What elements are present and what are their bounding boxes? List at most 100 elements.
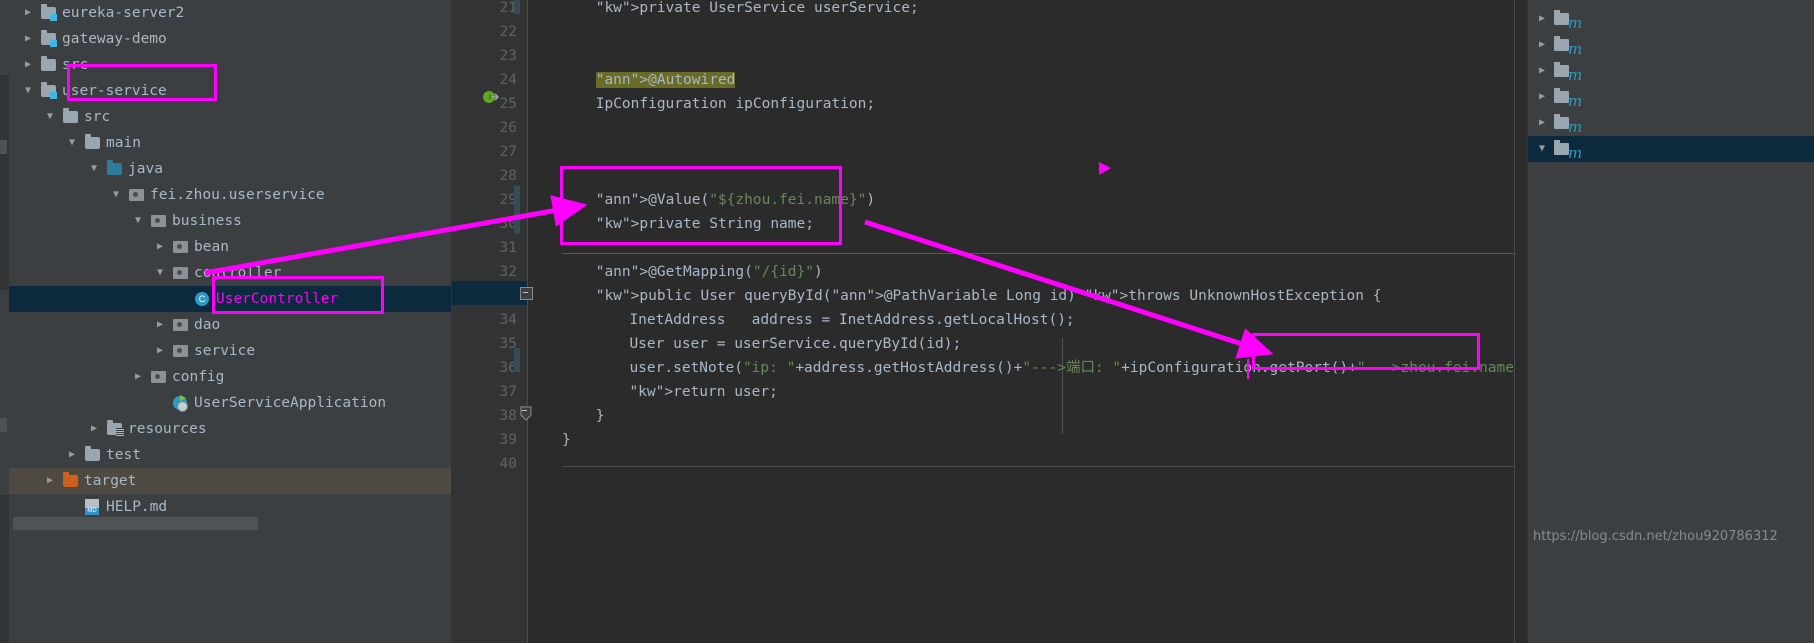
vcs-change-marker-a[interactable]: [514, 186, 520, 234]
chevron-right-icon[interactable]: ▶: [132, 364, 144, 390]
code-line[interactable]: "ann">@GetMapping("/{id}"): [596, 260, 823, 284]
chevron-right-icon[interactable]: ▶: [1536, 84, 1548, 110]
project-tree-item[interactable]: ▼ src: [0, 104, 451, 130]
chevron-down-icon[interactable]: ▼: [110, 182, 122, 208]
project-tree-item[interactable]: ▶ config: [0, 364, 451, 390]
chevron-down-icon[interactable]: ▼: [66, 130, 78, 156]
member-separator-bottom: [562, 466, 1514, 467]
chevron-down-icon[interactable]: ▼: [154, 260, 166, 286]
code-line[interactable]: User user = userService.queryById(id);: [629, 332, 961, 356]
chevron-right-icon[interactable]: ▶: [22, 52, 34, 78]
value-annotation-callout: [560, 166, 842, 245]
vcs-change-marker-c[interactable]: [514, 0, 520, 14]
maven-tree-item[interactable]: ▶ m: [1528, 58, 1814, 84]
project-tree-item[interactable]: UserServiceApplication: [0, 390, 451, 416]
maven-tree-item[interactable]: ▼ m: [1528, 136, 1814, 162]
project-tree-item[interactable]: ▶ resources: [0, 416, 451, 442]
project-tree-item-label: src: [84, 109, 111, 125]
chevron-right-icon[interactable]: ▶: [154, 234, 166, 260]
project-tree-item[interactable]: ▶ service: [0, 338, 451, 364]
chevron-right-icon[interactable]: ▶: [1536, 110, 1548, 136]
code-line[interactable]: }: [562, 428, 571, 452]
code-line[interactable]: InetAddress address = InetAddress.getLoc…: [629, 308, 1074, 332]
project-tree-item[interactable]: ▼ fei.zhou.userservice: [0, 182, 451, 208]
spring-boot-icon: [172, 390, 189, 416]
code-editor[interactable]: 2122232425262728293031323334353637383940…: [452, 0, 1601, 643]
maven-tree-item[interactable]: ▶ m: [1528, 32, 1814, 58]
package-icon: [150, 208, 167, 234]
maven-tree-item[interactable]: ▶ m: [1528, 110, 1814, 136]
project-tree-item[interactable]: ▶ eureka-server2: [0, 0, 451, 26]
chevron-down-icon[interactable]: ▼: [88, 156, 100, 182]
maven-tool-window[interactable]: ▶ m ▶ m ▶ m ▶ m ▶ m ▼ m: [1527, 0, 1814, 643]
line-number: 23: [499, 48, 517, 64]
java-class-icon: C: [194, 286, 211, 312]
chevron-right-icon[interactable]: ▶: [154, 338, 166, 364]
resources-folder-icon: [106, 416, 124, 442]
project-tree-item-label: target: [84, 473, 137, 489]
code-line[interactable]: }: [596, 404, 605, 428]
chevron-right-icon[interactable]: ▶: [66, 442, 78, 468]
code-fold-minus-icon[interactable]: [520, 287, 533, 300]
stripe-segment-lower: [0, 290, 9, 495]
maven-module-folder-icon: [1554, 36, 1569, 51]
code-block-indent-guide: [1062, 338, 1063, 434]
chevron-down-icon[interactable]: ▼: [132, 208, 144, 234]
code-line[interactable]: "kw">private UserService userService;: [596, 0, 919, 20]
line-number: 22: [499, 24, 517, 40]
project-tree-item-label: test: [106, 447, 141, 463]
user-service-callout: [67, 64, 217, 101]
project-tree-item[interactable]: ▼ java: [0, 156, 451, 182]
name-usage-callout: [1252, 333, 1480, 370]
stripe-button-project[interactable]: [0, 140, 7, 154]
chevron-down-icon[interactable]: ▼: [1536, 136, 1548, 162]
project-tree-item-label: service: [194, 343, 256, 359]
package-icon: [172, 234, 189, 260]
maven-tree-item[interactable]: ▶ m: [1528, 84, 1814, 110]
project-tree-item[interactable]: ▶ gateway-demo: [0, 26, 451, 52]
code-line[interactable]: IpConfiguration ipConfiguration;: [596, 92, 875, 116]
chevron-right-icon[interactable]: ▶: [1536, 58, 1548, 84]
code-line[interactable]: "ann">@Autowired: [595, 68, 736, 92]
project-tree-item[interactable]: ▶ test: [0, 442, 451, 468]
line-number: 31: [499, 240, 517, 256]
project-tree-item-label: dao: [194, 317, 221, 333]
chevron-right-icon[interactable]: ▶: [22, 26, 34, 52]
line-number: 30: [499, 216, 517, 232]
chevron-right-icon[interactable]: ▶: [1536, 32, 1548, 58]
text-caret: [1247, 359, 1249, 379]
project-tree-item[interactable]: ▼ main: [0, 130, 451, 156]
project-tree-item[interactable]: ▼ business: [0, 208, 451, 234]
vcs-change-marker-b[interactable]: [514, 348, 520, 372]
spring-bean-navigate-icon[interactable]: [482, 88, 500, 104]
stripe-segment-upper: [0, 0, 9, 75]
code-line[interactable]: "kw">return user;: [629, 380, 777, 404]
project-tree-item-label: main: [106, 135, 141, 151]
code-fold-end-icon[interactable]: [520, 406, 532, 421]
user-controller-callout: [212, 276, 384, 314]
chevron-right-icon[interactable]: ▶: [22, 0, 34, 26]
chevron-right-icon[interactable]: ▶: [154, 312, 166, 338]
project-tree-item-label: java: [128, 161, 163, 177]
project-tree-item[interactable]: ▶ dao: [0, 312, 451, 338]
line-number: 37: [499, 384, 517, 400]
project-tree-item[interactable]: ▶ target: [0, 468, 451, 494]
project-tree-item-label: business: [172, 213, 242, 229]
chevron-down-icon[interactable]: ▼: [44, 104, 56, 130]
watermark-url: https://blog.csdn.net/zhou920786312: [1533, 529, 1778, 544]
chevron-right-icon[interactable]: ▶: [88, 416, 100, 442]
maven-module-folder-icon: [1554, 10, 1569, 25]
stripe-button-structure[interactable]: [0, 418, 7, 432]
code-line[interactable]: "kw">public User queryById("ann">@PathVa…: [596, 284, 1382, 308]
chevron-right-icon[interactable]: ▶: [1536, 6, 1548, 32]
ide-window: ▶ eureka-server2 ▶ gateway-demo ▶ src ▼ user-se…: [0, 0, 1814, 643]
gutter-caret-row-highlight: [452, 281, 527, 305]
line-number: 26: [499, 120, 517, 136]
source-folder-icon: [106, 156, 123, 182]
line-number: 34: [499, 312, 517, 328]
maven-tree-item[interactable]: ▶ m: [1528, 6, 1814, 32]
project-tree-item[interactable]: ▶ bean: [0, 234, 451, 260]
chevron-right-icon[interactable]: ▶: [44, 468, 56, 494]
chevron-down-icon[interactable]: ▼: [22, 78, 34, 104]
tool-window-stripe-left: [0, 0, 9, 643]
